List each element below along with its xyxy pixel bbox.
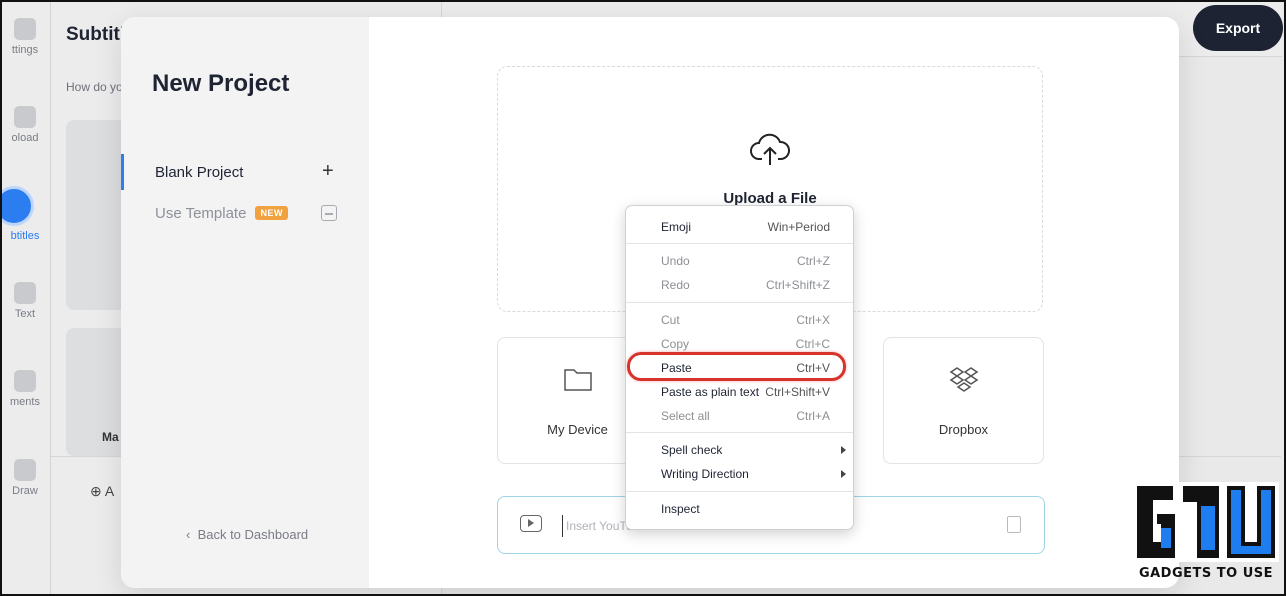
- folder-icon: [563, 369, 592, 391]
- dropbox-icon: [949, 367, 978, 392]
- menu-item-emoji[interactable]: Emoji Win+Period: [626, 215, 853, 239]
- modal-sidebar: New Project Blank Project + Use Template…: [121, 17, 369, 588]
- submenu-arrow-icon: [841, 446, 846, 454]
- template-icon: [321, 205, 337, 221]
- clipboard-icon[interactable]: [1007, 516, 1021, 533]
- new-badge: NEW: [255, 206, 288, 220]
- export-button[interactable]: Export: [1193, 5, 1283, 51]
- modal-title: New Project: [152, 70, 290, 97]
- menu-item-cut[interactable]: Cut Ctrl+X: [626, 308, 853, 332]
- upload-icon: [14, 106, 36, 128]
- menu-separator: [626, 432, 853, 433]
- rail-subtitles[interactable]: btitles: [0, 186, 50, 242]
- panel-card[interactable]: [66, 120, 126, 310]
- paste-highlight-annotation: [627, 352, 846, 381]
- menu-item-spell-check[interactable]: Spell check: [626, 438, 853, 462]
- use-template-item[interactable]: Use Template NEW: [121, 195, 369, 231]
- panel-subtitle: How do yo: [66, 80, 123, 94]
- blank-project-item[interactable]: Blank Project +: [121, 154, 369, 190]
- rail-upload[interactable]: oload: [0, 106, 50, 144]
- rail-elements[interactable]: ments: [0, 370, 50, 408]
- settings-icon: [14, 18, 36, 40]
- draw-icon: [14, 459, 36, 481]
- youtube-icon: [520, 515, 542, 532]
- cloud-upload-icon: [750, 133, 790, 165]
- plus-icon: +: [322, 160, 334, 182]
- menu-item-redo[interactable]: Redo Ctrl+Shift+Z: [626, 273, 853, 297]
- dropbox-card[interactable]: Dropbox: [883, 337, 1044, 464]
- rail-settings[interactable]: ttings: [0, 18, 50, 56]
- menu-item-writing-direction[interactable]: Writing Direction: [626, 462, 853, 486]
- rail-draw[interactable]: Draw: [0, 459, 50, 497]
- menu-separator: [626, 491, 853, 492]
- add-button[interactable]: ⊕ A: [90, 483, 114, 500]
- back-to-dashboard-link[interactable]: ‹ Back to Dashboard: [186, 527, 308, 542]
- subtitles-icon: [0, 186, 34, 226]
- watermark-text: GADGETS TO USE: [1138, 566, 1274, 581]
- panel-title: Subtitl: [66, 24, 126, 45]
- menu-item-paste-plain-text[interactable]: Paste as plain text Ctrl+Shift+V: [626, 380, 853, 404]
- text-icon: [14, 282, 36, 304]
- g1u-logo-icon: [1133, 482, 1279, 562]
- left-rail: ttings oload btitles Text ments Draw: [0, 0, 51, 596]
- gadgets-to-use-logo: GADGETS TO USE: [1131, 480, 1281, 584]
- rail-text[interactable]: Text: [0, 282, 50, 320]
- elements-icon: [14, 370, 36, 392]
- menu-item-undo[interactable]: Undo Ctrl+Z: [626, 249, 853, 273]
- menu-separator: [626, 243, 853, 244]
- menu-item-select-all[interactable]: Select all Ctrl+A: [626, 404, 853, 428]
- panel-card-label: Ma: [102, 430, 119, 444]
- menu-separator: [626, 302, 853, 303]
- submenu-arrow-icon: [841, 470, 846, 478]
- menu-item-inspect[interactable]: Inspect: [626, 497, 853, 521]
